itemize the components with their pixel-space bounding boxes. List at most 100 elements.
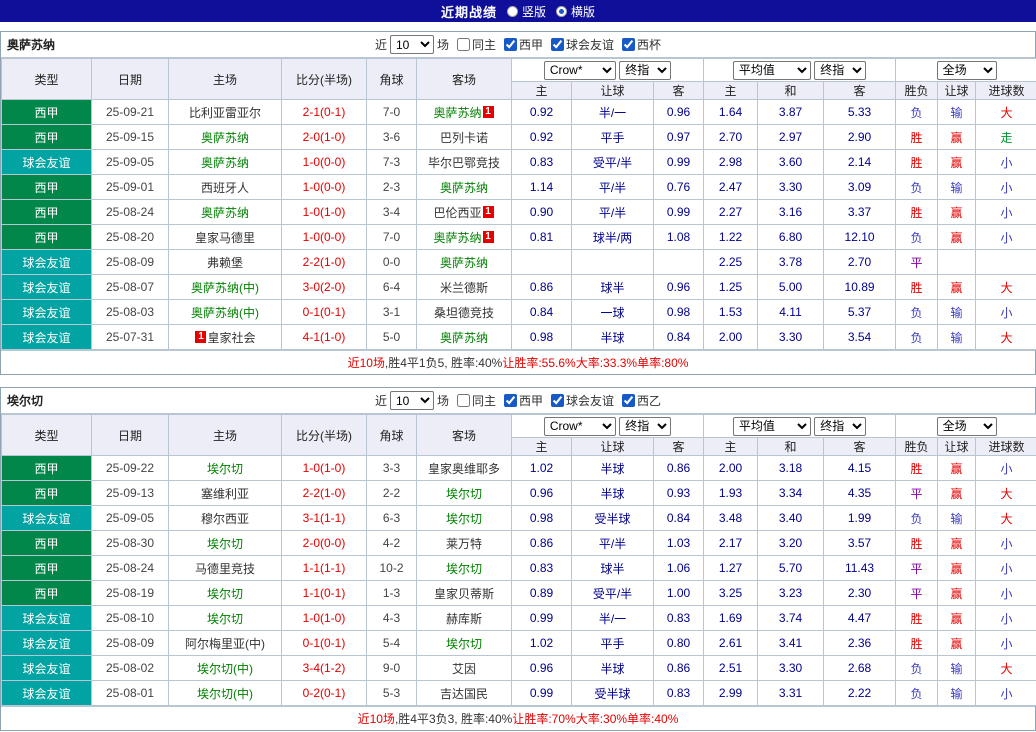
club-friendly-checkbox[interactable]	[551, 38, 564, 51]
laliga-checkbox[interactable]	[504, 38, 517, 51]
match-type-badge[interactable]: 西甲	[2, 175, 92, 200]
team-label[interactable]: 奥萨苏纳	[440, 181, 488, 195]
filter-laliga[interactable]: 西甲	[499, 36, 543, 53]
matches-table: 类型 日期 主场 比分(半场) 角球 客场 Crow* 终指 平均值 终指 全场	[1, 414, 1036, 706]
europe-final-select[interactable]: 终指	[814, 61, 866, 80]
team-label[interactable]: 吉达国民	[440, 687, 488, 701]
match-type-badge[interactable]: 球会友谊	[2, 300, 92, 325]
handicap-final-select[interactable]: 终指	[619, 61, 671, 80]
recent-count-select[interactable]: 10	[390, 391, 434, 410]
match-type-badge[interactable]: 球会友谊	[2, 250, 92, 275]
match-type-badge[interactable]: 球会友谊	[2, 506, 92, 531]
handicap-final-select[interactable]: 终指	[619, 417, 671, 436]
team-label[interactable]: 皇家贝蒂斯	[434, 587, 494, 601]
team-label[interactable]: 埃尔切	[207, 462, 243, 476]
filter-laliga[interactable]: 西甲	[499, 392, 543, 409]
team-label[interactable]: 赫库斯	[446, 612, 482, 626]
full-match-select[interactable]: 全场	[937, 417, 997, 436]
team-label[interactable]: 埃尔切	[446, 637, 482, 651]
team-label[interactable]: 米兰德斯	[440, 281, 488, 295]
filter-same-home[interactable]: 同主	[452, 392, 496, 409]
team-label[interactable]: 莱万特	[446, 537, 482, 551]
match-row: 球会友谊25-08-10埃尔切1-0(1-0)4-3赫库斯0.99半/一0.83…	[2, 606, 1036, 631]
filter-club-friendly[interactable]: 球会友谊	[546, 36, 614, 53]
team-label[interactable]: 奥萨苏纳	[201, 156, 249, 170]
segunda-checkbox[interactable]	[622, 394, 635, 407]
match-type-badge[interactable]: 西甲	[2, 100, 92, 125]
match-type-badge[interactable]: 球会友谊	[2, 631, 92, 656]
match-type-badge[interactable]: 球会友谊	[2, 275, 92, 300]
radio-icon-vertical[interactable]	[507, 6, 518, 17]
match-type-badge[interactable]: 西甲	[2, 456, 92, 481]
copa-checkbox[interactable]	[622, 38, 635, 51]
team-label[interactable]: 埃尔切	[207, 587, 243, 601]
red-card-badge: 1	[483, 106, 494, 118]
match-type-badge[interactable]: 球会友谊	[2, 681, 92, 706]
team-label[interactable]: 马德里竞技	[195, 562, 255, 576]
home-team: 埃尔切	[169, 531, 282, 556]
match-type-badge[interactable]: 西甲	[2, 200, 92, 225]
view-option-horizontal[interactable]: 横版	[556, 3, 595, 20]
filter-club-friendly[interactable]: 球会友谊	[546, 392, 614, 409]
team-label[interactable]: 桑坦德竞技	[434, 306, 494, 320]
filter-same-home[interactable]: 同主	[452, 36, 496, 53]
radio-icon-horizontal[interactable]	[556, 6, 567, 17]
team-label[interactable]: 奥萨苏纳(中)	[191, 281, 259, 295]
team-label[interactable]: 埃尔切(中)	[197, 662, 253, 676]
team-label[interactable]: 皇家马德里	[195, 231, 255, 245]
team-label[interactable]: 埃尔切	[446, 487, 482, 501]
match-type-badge[interactable]: 球会友谊	[2, 606, 92, 631]
odds-provider-select[interactable]: Crow*	[544, 61, 616, 80]
laliga-checkbox[interactable]	[504, 394, 517, 407]
average-odds-select[interactable]: 平均值	[733, 61, 811, 80]
match-type-badge[interactable]: 西甲	[2, 481, 92, 506]
odds-provider-select[interactable]: Crow*	[544, 417, 616, 436]
team-label[interactable]: 奥萨苏纳	[440, 331, 488, 345]
filter-copa[interactable]: 西杯	[617, 36, 661, 53]
team-label[interactable]: 皇家奥维耶多	[428, 462, 500, 476]
recent-count-select[interactable]: 10	[390, 35, 434, 54]
average-odds-select[interactable]: 平均值	[733, 417, 811, 436]
team-label[interactable]: 奥萨苏纳	[433, 106, 481, 120]
team-label[interactable]: 埃尔切	[446, 562, 482, 576]
team-label[interactable]: 奥萨苏纳	[201, 206, 249, 220]
team-label[interactable]: 西班牙人	[201, 181, 249, 195]
team-label[interactable]: 毕尔巴鄂竞技	[428, 156, 500, 170]
team-label[interactable]: 奥萨苏纳	[433, 231, 481, 245]
view-option-horizontal-label[interactable]: 横版	[571, 3, 595, 20]
team-label[interactable]: 穆尔西亚	[201, 512, 249, 526]
team-label[interactable]: 埃尔切	[207, 612, 243, 626]
team-label[interactable]: 埃尔切(中)	[197, 687, 253, 701]
team-label[interactable]: 巴伦西亚	[433, 206, 481, 220]
same-home-checkbox[interactable]	[457, 38, 470, 51]
match-type-badge[interactable]: 球会友谊	[2, 656, 92, 681]
europe-final-select[interactable]: 终指	[814, 417, 866, 436]
avg-away-odds: 2.70	[824, 250, 896, 275]
full-match-select[interactable]: 全场	[937, 61, 997, 80]
team-label[interactable]: 塞维利亚	[201, 487, 249, 501]
home-team: 西班牙人	[169, 175, 282, 200]
match-type-badge[interactable]: 球会友谊	[2, 150, 92, 175]
match-type-badge[interactable]: 西甲	[2, 225, 92, 250]
match-type-badge[interactable]: 西甲	[2, 556, 92, 581]
view-option-vertical[interactable]: 竖版	[507, 3, 546, 20]
team-label[interactable]: 奥萨苏纳	[440, 256, 488, 270]
team-label[interactable]: 埃尔切	[446, 512, 482, 526]
team-label[interactable]: 皇家社会	[207, 331, 255, 345]
team-label[interactable]: 比利亚雷亚尔	[189, 106, 261, 120]
filter-segunda[interactable]: 西乙	[617, 392, 661, 409]
team-label[interactable]: 艾因	[452, 662, 476, 676]
match-type-badge[interactable]: 球会友谊	[2, 325, 92, 350]
match-type-badge[interactable]: 西甲	[2, 531, 92, 556]
match-type-badge[interactable]: 西甲	[2, 581, 92, 606]
club-friendly-checkbox[interactable]	[551, 394, 564, 407]
view-option-vertical-label[interactable]: 竖版	[522, 3, 546, 20]
team-label[interactable]: 埃尔切	[207, 537, 243, 551]
team-label[interactable]: 阿尔梅里亚(中)	[185, 637, 265, 651]
same-home-checkbox[interactable]	[457, 394, 470, 407]
team-label[interactable]: 奥萨苏纳	[201, 131, 249, 145]
match-type-badge[interactable]: 西甲	[2, 125, 92, 150]
team-label[interactable]: 巴列卡诺	[440, 131, 488, 145]
team-label[interactable]: 弗赖堡	[207, 256, 243, 270]
team-label[interactable]: 奥萨苏纳(中)	[191, 306, 259, 320]
